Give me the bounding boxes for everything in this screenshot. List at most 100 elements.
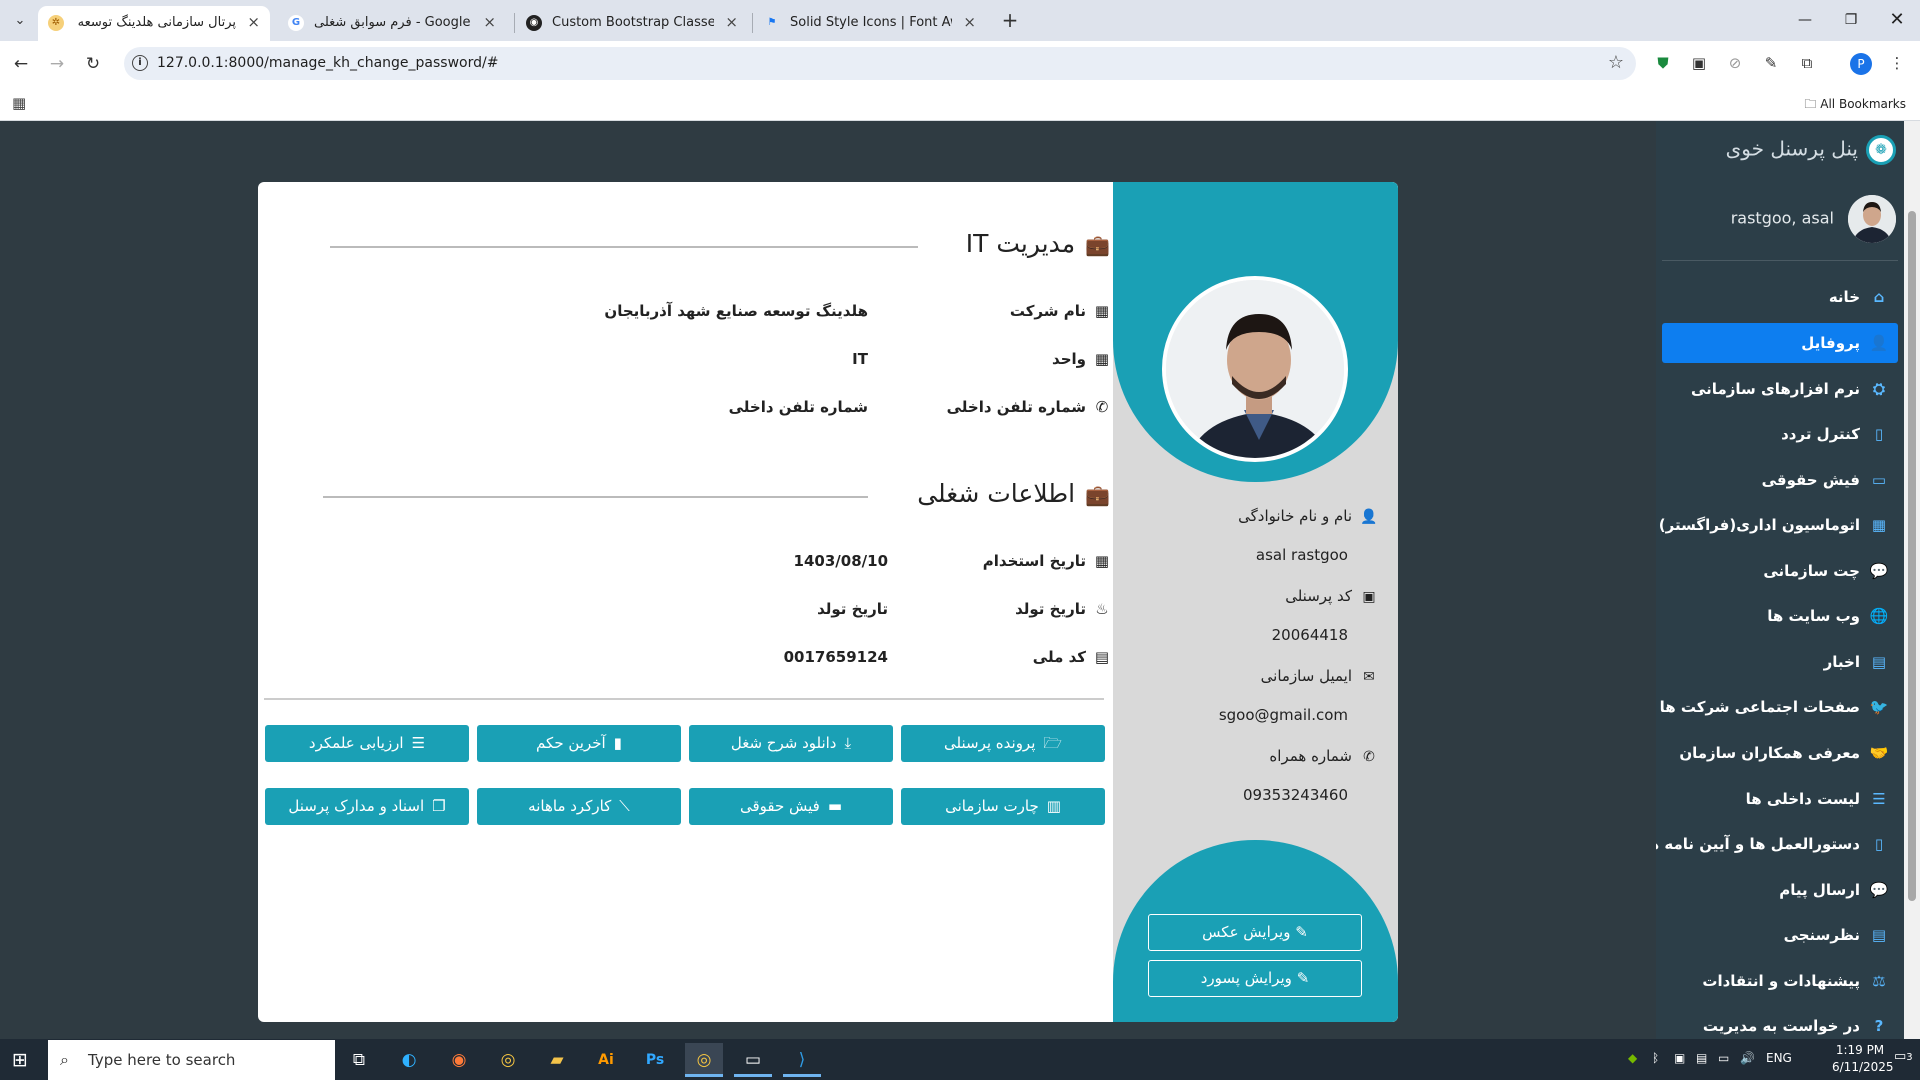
sidebar-title: ❁پنل پرسنل خوی (1666, 135, 1896, 165)
sidebar-item-send-message[interactable]: 💬ارسال پیام (1662, 870, 1898, 910)
bookmark-star-icon[interactable]: ☆ (1608, 52, 1624, 73)
sidebar-item-software[interactable]: ⛭نرم افزارهای سازمانی (1662, 369, 1898, 409)
sidebar-item-profile[interactable]: 👤پروفایل (1662, 323, 1898, 363)
notifications-icon[interactable]: ▭3 (1894, 1049, 1913, 1064)
chrome-active-icon[interactable]: ◎ (685, 1043, 723, 1077)
photoshop-icon[interactable]: Ps (636, 1043, 674, 1077)
extension-label: ✆شماره تلفن داخلی (946, 398, 1109, 416)
terminal-icon[interactable]: ▭ (734, 1043, 772, 1077)
vscode-icon[interactable]: ⟩ (783, 1043, 821, 1077)
volume-tray-icon[interactable]: 🔊 (1740, 1051, 1755, 1065)
reload-button[interactable]: ↻ (80, 51, 106, 77)
sidebar-item-feedback[interactable]: ⚖پیشنهادات و انتقادات (1662, 961, 1898, 1001)
close-window-button[interactable]: ✕ (1874, 0, 1920, 41)
tray-app-icon[interactable]: ▤ (1696, 1051, 1707, 1065)
back-button[interactable]: ← (8, 51, 34, 77)
unit-label: ▦واحد (1052, 350, 1110, 368)
tab-label: پرتال سازمانی هلدینگ توسعه صنا (74, 15, 236, 30)
tray-app-icon[interactable]: ▣ (1674, 1051, 1685, 1065)
payslip-button[interactable]: ▬فیش حقوقی (689, 788, 893, 825)
windows-start-icon[interactable]: ⊞ (12, 1049, 28, 1071)
edge-icon[interactable]: ◐ (390, 1043, 428, 1077)
apps-grid-icon[interactable]: ▦ (12, 94, 26, 112)
org-chart-button[interactable]: ▥چارت سازمانی (901, 788, 1105, 825)
flag-favicon-icon: ⚑ (767, 17, 777, 28)
nvidia-tray-icon[interactable]: ◆ (1628, 1051, 1637, 1065)
edit-password-button[interactable]: ✎ ویرایش پسورد (1148, 960, 1362, 997)
bluetooth-tray-icon[interactable]: ᛒ (1652, 1051, 1659, 1065)
tab-google-search[interactable]: G فرم سوابق شغلی - Google Search × (278, 6, 506, 41)
sidebar-item-colleagues[interactable]: 🤝معرفی همکاران سازمان (1662, 733, 1898, 773)
compass-extension-icon[interactable]: ⊘ (1724, 52, 1746, 74)
file-explorer-icon[interactable]: ▰ (538, 1043, 576, 1077)
restore-button[interactable]: ❐ (1828, 0, 1874, 41)
message-icon: 💬 (1869, 881, 1889, 899)
sidebar-item-websites[interactable]: 🌐وب سایت ها (1662, 596, 1898, 636)
profile-avatar[interactable]: P (1850, 53, 1872, 75)
sidebar-item-poll[interactable]: ▤نظرسنجی (1662, 915, 1898, 955)
profile-card: 👤نام و نام خانوادگی asal rastgoo ▣کد پرس… (258, 182, 1398, 1022)
menu-kebab-icon[interactable]: ⋮ (1886, 52, 1908, 74)
language-indicator[interactable]: ENG (1766, 1051, 1792, 1065)
illustrator-icon[interactable]: Ai (587, 1043, 625, 1077)
forward-button[interactable]: → (44, 51, 70, 77)
edit-photo-button[interactable]: ✎ ویرایش عکس (1148, 914, 1362, 951)
personnel-code-value: 20064418 (1271, 626, 1348, 644)
address-bar[interactable]: i 127.0.0.1:8000/manage_kh_change_passwo… (124, 47, 1636, 80)
sidebar-item-social[interactable]: 🐦صفحات اجتماعی شرکت ها (1660, 687, 1898, 727)
network-tray-icon[interactable]: ▭ (1718, 1051, 1729, 1065)
automation-icon: ▦ (1871, 516, 1887, 534)
chrome-icon[interactable]: ◎ (489, 1043, 527, 1077)
sidebar-item-access-control[interactable]: ▯کنترل تردد (1662, 414, 1898, 454)
taskbar: ⊞ ⌕ Type here to search ⧉ ◐ ◉ ◎ ▰ Ai Ps ◎… (0, 1039, 1920, 1080)
performance-review-button[interactable]: ☰ارزیابی علمکرد (265, 725, 469, 762)
sidebar: ❁پنل پرسنل خوی rastgoo, asal ⌂خانه 👤پروف… (1656, 121, 1904, 1039)
new-tab-button[interactable]: + (996, 6, 1024, 34)
personnel-file-button[interactable]: 🗁پرونده پرسنلی (901, 725, 1105, 762)
last-decree-button[interactable]: ▮آخرین حکم (477, 725, 681, 762)
task-view-icon[interactable]: ⧉ (340, 1043, 378, 1077)
image-extension-icon[interactable]: ▣ (1688, 52, 1710, 74)
id-badge-icon: ▣ (1362, 589, 1376, 605)
sidebar-item-automation[interactable]: ▦اتوماسیون اداری(فراگستر) (1659, 505, 1898, 545)
site-info-icon[interactable]: i (132, 55, 148, 71)
sidebar-item-chat[interactable]: 💬چت سازمانی (1662, 551, 1898, 591)
access-control-icon: ▯ (1874, 425, 1884, 443)
sidebar-item-home[interactable]: ⌂خانه (1662, 277, 1898, 317)
shield-extension-icon[interactable]: ⛊ (1652, 52, 1674, 74)
close-tab-icon[interactable]: × (483, 6, 496, 39)
sidebar-item-regulations[interactable]: ▯دستورالعمل ها و آیین نامه ها (1656, 824, 1898, 864)
tab-bootstrap[interactable]: ◉ Custom Bootstrap Classes × (516, 6, 748, 41)
name-value: asal rastgoo (1255, 546, 1348, 564)
monthly-work-button[interactable]: ⟋کارکرد ماهانه (477, 788, 681, 825)
extensions-puzzle-icon[interactable]: ⧉ (1796, 52, 1818, 74)
personnel-documents-button[interactable]: ❐اسناد و مدارک پرسنل (265, 788, 469, 825)
bookmarks-bar: ▦ 🗀 All Bookmarks (0, 85, 1920, 121)
folder-icon: 🗀 (1804, 97, 1817, 111)
tab-font-awesome[interactable]: ⚑ Solid Style Icons | Font Awesome × (754, 6, 986, 41)
name-label: 👤نام و نام خانوادگی (1238, 507, 1378, 525)
page-scrollbar[interactable] (1904, 121, 1920, 1039)
close-tab-icon[interactable]: × (247, 6, 260, 39)
user-icon: 👤 (1869, 334, 1889, 352)
all-bookmarks-button[interactable]: 🗀 All Bookmarks (1804, 95, 1906, 116)
taskbar-search-box[interactable]: ⌕ Type here to search (48, 1040, 335, 1080)
firefox-icon[interactable]: ◉ (440, 1043, 478, 1077)
sidebar-item-news[interactable]: ▤اخبار (1662, 642, 1898, 682)
download-job-description-button[interactable]: ⤓دانلود شرح شغل (689, 725, 893, 762)
minimize-button[interactable]: — (1782, 0, 1828, 41)
globe-icon: 🌐 (1869, 607, 1889, 625)
sidebar-item-request[interactable]: ?در خواست به مدیریت (1662, 1006, 1898, 1039)
sidebar-item-internal-list[interactable]: ☰لیست داخلی ها (1662, 779, 1898, 819)
divider (264, 698, 1104, 700)
tab-portal[interactable]: ✲ پرتال سازمانی هلدینگ توسعه صنا × (38, 6, 270, 41)
scrollbar-thumb[interactable] (1908, 211, 1916, 901)
pen-extension-icon[interactable]: ✎ (1760, 52, 1782, 74)
close-tab-icon[interactable]: × (963, 6, 976, 39)
sidebar-item-payslip[interactable]: ▭فیش حقوقی (1662, 460, 1898, 500)
tab-search-chevron-icon[interactable]: ⌄ (8, 10, 32, 32)
clock[interactable]: 1:19 PM 6/11/2025 (1832, 1042, 1894, 1076)
email-label: ✉ایمیل سازمانی (1138, 667, 1378, 685)
phone-volume-icon: ✆ (1095, 398, 1109, 416)
close-tab-icon[interactable]: × (725, 6, 738, 39)
